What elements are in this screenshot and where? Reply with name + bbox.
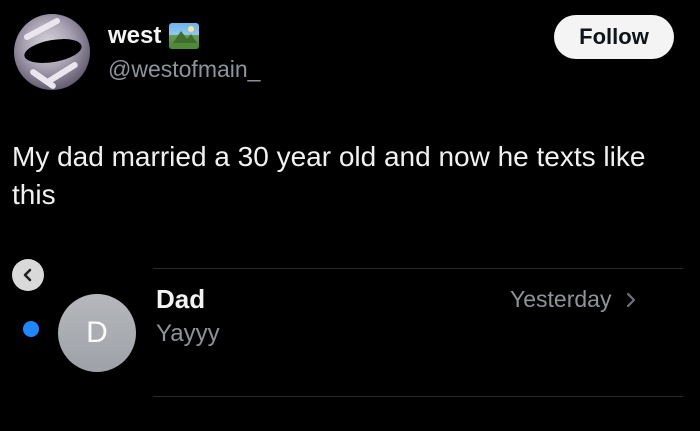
display-name-row[interactable]: west <box>108 22 200 50</box>
follow-button[interactable]: Follow <box>554 15 674 59</box>
display-name[interactable]: west <box>108 22 161 50</box>
profile-avatar[interactable] <box>14 14 90 90</box>
unread-indicator <box>23 321 39 337</box>
message-preview[interactable]: Yayyy <box>156 320 220 348</box>
list-divider-bottom <box>153 396 683 397</box>
avatar-detail <box>22 16 62 42</box>
message-timestamp: Yesterday <box>510 286 612 312</box>
contact-initial: D <box>86 316 108 349</box>
back-button[interactable] <box>12 259 44 291</box>
landscape-emoji-icon <box>169 23 200 49</box>
list-divider-top <box>153 268 683 269</box>
contact-name[interactable]: Dad <box>156 284 205 315</box>
message-timestamp-row[interactable]: Yesterday <box>510 286 637 313</box>
user-handle[interactable]: @westofmain_ <box>108 56 260 83</box>
chevron-left-icon <box>23 268 32 282</box>
contact-avatar[interactable]: D <box>58 294 136 372</box>
chevron-right-icon <box>627 292 636 307</box>
tweet-text: My dad married a 30 year old and now he … <box>12 141 646 210</box>
